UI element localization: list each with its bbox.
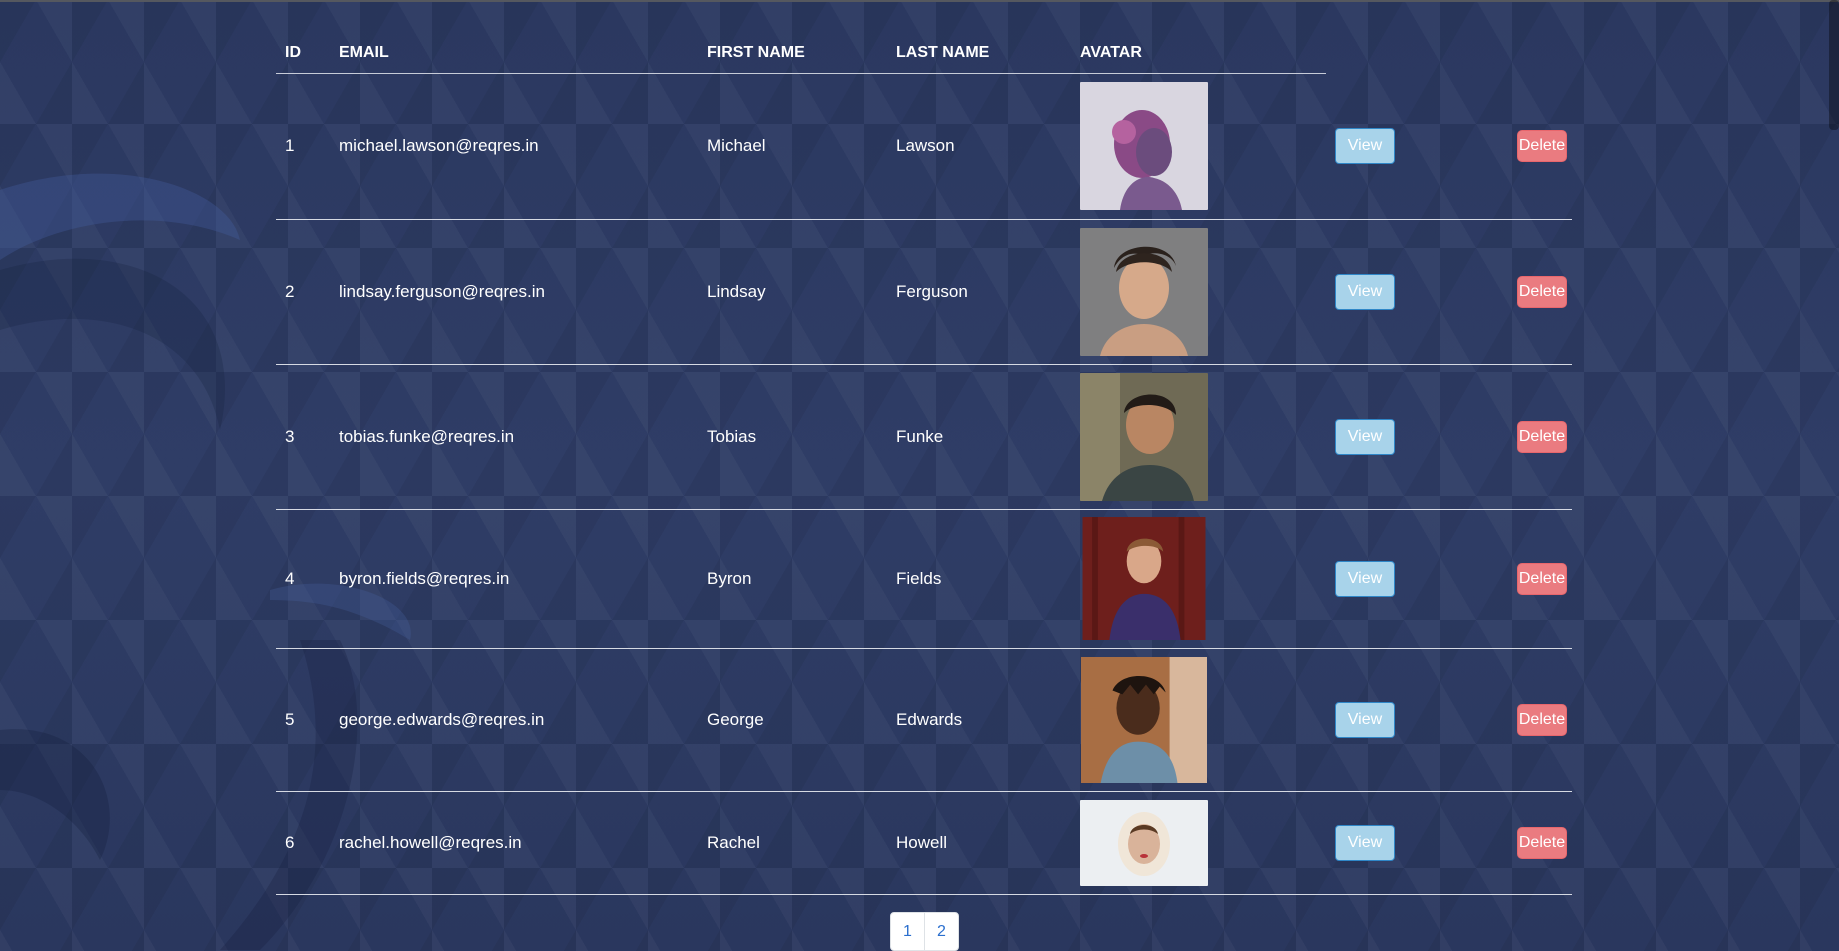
table-row: 5 george.edwards@reqres.in George Edward… — [276, 648, 1572, 791]
cell-email: rachel.howell@reqres.in — [339, 832, 522, 852]
cell-first-name: Tobias — [707, 426, 757, 446]
delete-button[interactable]: Delete — [1517, 562, 1567, 595]
view-button[interactable]: View — [1335, 128, 1395, 165]
column-header-email: EMAIL — [339, 44, 389, 61]
cell-email: lindsay.ferguson@reqres.in — [339, 281, 545, 301]
avatar-image — [1080, 227, 1208, 356]
cell-email: tobias.funke@reqres.in — [339, 426, 515, 446]
column-header-last-name: LAST NAME — [896, 44, 990, 61]
delete-button[interactable]: Delete — [1517, 826, 1567, 859]
cell-first-name: Michael — [707, 136, 766, 156]
column-header-id: ID — [285, 44, 301, 61]
avatar-image — [1080, 82, 1208, 211]
cell-last-name: Fields — [896, 568, 942, 588]
cell-avatar — [1071, 791, 1326, 894]
scrollbar-thumb[interactable] — [1829, 0, 1839, 130]
table-row: 4 byron.fields@reqres.in Byron Fields Vi… — [276, 509, 1572, 648]
table-row: 3 tobias.funke@reqres.in Tobias Funke Vi… — [276, 364, 1572, 509]
table-header-row: ID EMAIL FIRST NAME LAST NAME AVATAR — [276, 34, 1572, 74]
cell-last-name: Edwards — [896, 709, 963, 729]
view-button[interactable]: View — [1335, 560, 1395, 597]
table-row: 2 lindsay.ferguson@reqres.in Lindsay Fer… — [276, 219, 1572, 364]
cell-id: 3 — [285, 426, 295, 446]
column-header-first-name: FIRST NAME — [707, 44, 805, 61]
view-button[interactable]: View — [1335, 273, 1395, 310]
delete-button[interactable]: Delete — [1517, 420, 1567, 453]
cell-first-name: Rachel — [707, 832, 760, 852]
cell-avatar — [1071, 219, 1326, 364]
cell-last-name: Lawson — [896, 136, 955, 156]
cell-first-name: George — [707, 709, 764, 729]
delete-button[interactable]: Delete — [1517, 703, 1567, 736]
avatar-image — [1081, 656, 1207, 783]
view-button[interactable]: View — [1335, 418, 1395, 455]
column-header-avatar: AVATAR — [1080, 44, 1142, 61]
cell-id: 5 — [285, 709, 295, 729]
delete-button[interactable]: Delete — [1517, 275, 1567, 308]
cell-last-name: Ferguson — [896, 281, 968, 301]
avatar-image — [1080, 799, 1208, 886]
cell-email: byron.fields@reqres.in — [339, 568, 510, 588]
cell-email: george.edwards@reqres.in — [339, 709, 545, 729]
view-button[interactable]: View — [1335, 701, 1395, 738]
cell-first-name: Lindsay — [707, 281, 766, 301]
avatar-image — [1082, 517, 1206, 640]
delete-button[interactable]: Delete — [1517, 130, 1567, 163]
table-row: 1 michael.lawson@reqres.in Michael Lawso… — [276, 74, 1572, 219]
window-top-border — [0, 0, 1839, 2]
page-link-1[interactable]: 1 — [891, 913, 924, 950]
cell-first-name: Byron — [707, 568, 752, 588]
cell-id: 2 — [285, 281, 295, 301]
cell-avatar — [1071, 648, 1326, 791]
cell-id: 6 — [285, 832, 295, 852]
pagination: 1 2 — [890, 912, 959, 951]
users-table: ID EMAIL FIRST NAME LAST NAME AVATAR 1 m… — [276, 34, 1572, 895]
cell-avatar — [1071, 364, 1326, 509]
column-header-view — [1326, 34, 1508, 74]
cell-avatar — [1071, 509, 1326, 648]
cell-last-name: Howell — [896, 832, 948, 852]
column-header-delete — [1508, 34, 1572, 74]
cell-id: 4 — [285, 568, 295, 588]
view-button[interactable]: View — [1335, 824, 1395, 861]
cell-last-name: Funke — [896, 426, 944, 446]
cell-email: michael.lawson@reqres.in — [339, 136, 539, 156]
avatar-image — [1080, 372, 1208, 501]
cell-id: 1 — [285, 136, 295, 156]
table-row: 6 rachel.howell@reqres.in Rachel Howell … — [276, 791, 1572, 894]
page-link-2[interactable]: 2 — [924, 913, 958, 950]
cell-avatar — [1071, 74, 1326, 219]
